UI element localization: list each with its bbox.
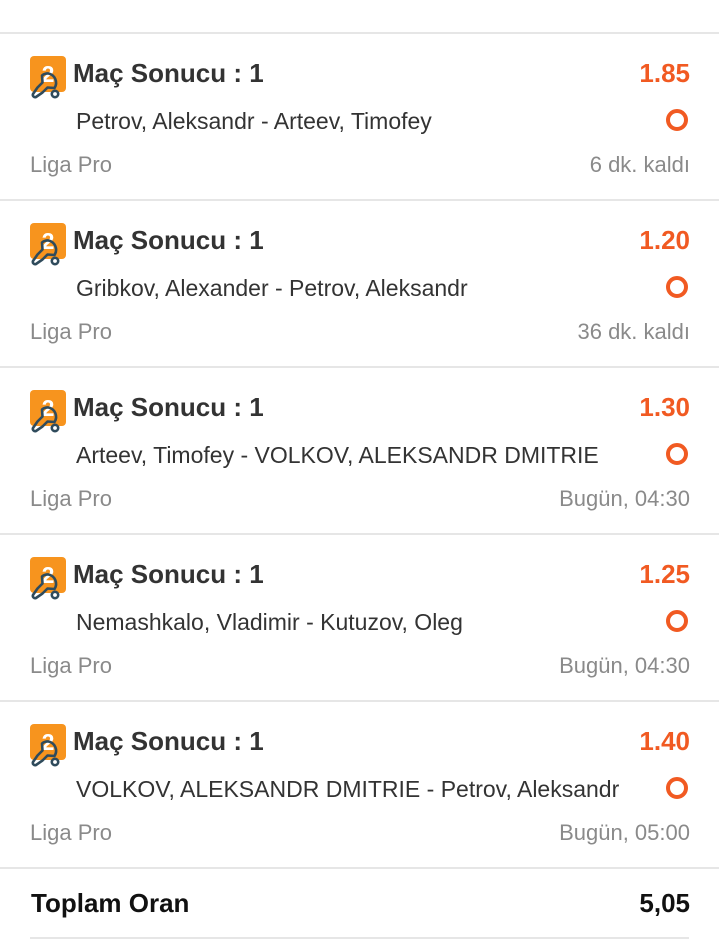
odd-value: 1.20 bbox=[639, 225, 690, 255]
league-name: Liga Pro bbox=[30, 820, 112, 845]
odd-value: 1.30 bbox=[639, 392, 690, 422]
odd-value: 1.40 bbox=[639, 726, 690, 756]
table-tennis-icon bbox=[29, 234, 63, 268]
match-time: Bugün, 04:30 bbox=[559, 486, 690, 511]
league-name: Liga Pro bbox=[30, 152, 112, 177]
bet-card[interactable]: 2 Maç Sonucu : 1 1.20 Gribkov, Alexander… bbox=[0, 201, 719, 368]
match-teams: VOLKOV, ALEKSANDR DMITRIE - Petrov, Alek… bbox=[76, 776, 620, 802]
table-tennis-icon bbox=[29, 735, 63, 769]
market-label: Maç Sonucu : 1 bbox=[73, 392, 264, 422]
total-odds-label: Toplam Oran bbox=[31, 888, 190, 918]
pending-circle-icon bbox=[665, 609, 689, 633]
match-time: Bugün, 05:00 bbox=[559, 820, 690, 845]
table-tennis-icon bbox=[29, 401, 63, 435]
bet-card[interactable]: 2 Maç Sonucu : 1 1.85 Petrov, Aleksandr … bbox=[0, 34, 719, 201]
match-time: 36 dk. kaldı bbox=[577, 319, 690, 344]
market-label: Maç Sonucu : 1 bbox=[73, 559, 264, 589]
market-label: Maç Sonucu : 1 bbox=[73, 58, 264, 88]
pending-circle-icon bbox=[665, 275, 689, 299]
league-name: Liga Pro bbox=[30, 319, 112, 344]
match-time: Bugün, 04:30 bbox=[559, 653, 690, 678]
table-tennis-icon bbox=[29, 568, 63, 602]
match-teams: Gribkov, Alexander - Petrov, Aleksandr bbox=[76, 275, 468, 301]
pending-circle-icon bbox=[665, 776, 689, 800]
market-label: Maç Sonucu : 1 bbox=[73, 225, 264, 255]
market-label: Maç Sonucu : 1 bbox=[73, 726, 264, 756]
match-teams: Petrov, Aleksandr - Arteev, Timofey bbox=[76, 108, 432, 134]
table-tennis-icon bbox=[29, 67, 63, 101]
total-odds-value: 5,05 bbox=[639, 888, 690, 918]
bet-card[interactable]: 2 Maç Sonucu : 1 1.25 Nemashkalo, Vladim… bbox=[0, 535, 719, 702]
pending-circle-icon bbox=[665, 442, 689, 466]
match-teams: Nemashkalo, Vladimir - Kutuzov, Oleg bbox=[76, 609, 463, 635]
match-time: 6 dk. kaldı bbox=[589, 152, 690, 177]
bet-card[interactable]: 2 Maç Sonucu : 1 1.30 Arteev, Timofey - … bbox=[0, 368, 719, 535]
league-name: Liga Pro bbox=[30, 486, 112, 511]
pending-circle-icon bbox=[665, 108, 689, 132]
odd-value: 1.25 bbox=[639, 559, 690, 589]
total-odds-row: Toplam Oran 5,05 bbox=[0, 868, 719, 938]
odd-value: 1.85 bbox=[639, 58, 690, 88]
match-teams: Arteev, Timofey - VOLKOV, ALEKSANDR DMIT… bbox=[76, 442, 599, 468]
bet-card[interactable]: 2 Maç Sonucu : 1 1.40 VOLKOV, ALEKSANDR … bbox=[0, 702, 719, 869]
bottom-divider bbox=[30, 937, 689, 939]
league-name: Liga Pro bbox=[30, 653, 112, 678]
